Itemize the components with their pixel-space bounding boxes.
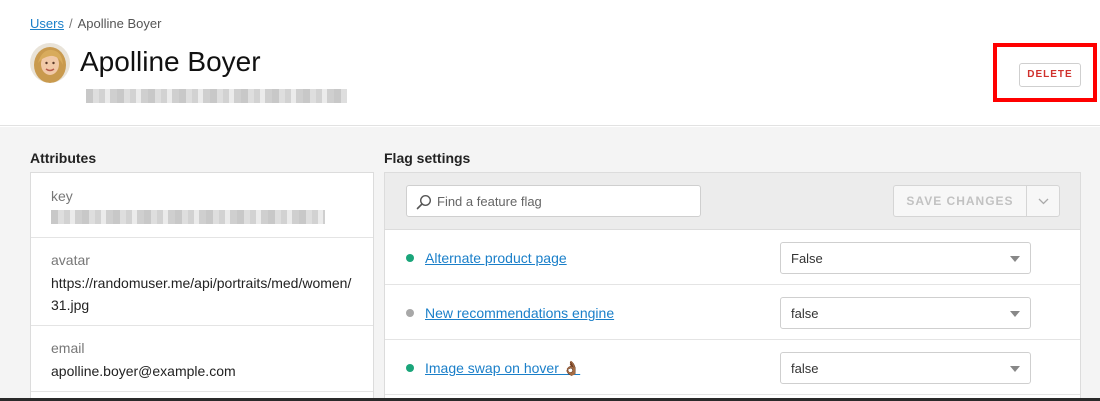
attribute-avatar: avatar https://randomuser.me/api/portrai… [31,238,373,326]
breadcrumb: Users / Apolline Boyer [30,16,161,31]
dropdown-caret-icon [1010,311,1020,317]
attribute-label: avatar [51,252,90,268]
flag-row: New recommendations engine false [385,285,1080,340]
delete-button[interactable]: DELETE [1019,63,1081,87]
flag-value: False [791,251,823,266]
page-title: Apolline Boyer [80,46,261,77]
flag-link[interactable]: Image swap on hover 👌🏾 [425,358,580,378]
flag-settings-panel: SAVE CHANGES Alternate product page Fals… [384,172,1081,401]
flag-row: Alternate product page False [385,230,1080,285]
breadcrumb-current: Apolline Boyer [77,16,162,31]
flag-toolbar: SAVE CHANGES [385,173,1080,230]
flag-value-select[interactable]: False [780,242,1031,274]
status-dot [406,364,414,372]
user-key-redacted [86,89,347,103]
attribute-label: email [51,340,85,356]
breadcrumb-users-link[interactable]: Users [30,16,64,31]
attribute-value: https://randomuser.me/api/portraits/med/… [51,275,352,313]
flag-value: false [791,361,819,376]
breadcrumb-separator: / [68,16,73,31]
flag-link[interactable]: New recommendations engine [425,303,614,323]
save-options-dropdown[interactable] [1026,185,1060,217]
flag-search-input[interactable] [437,186,695,216]
status-dot [406,309,414,317]
page-header: Users / Apolline Boyer Apolline Boyer DELE… [0,0,1100,126]
chevron-down-icon [1038,198,1049,205]
attributes-panel: key avatar https://randomuser.me/api/por… [30,172,374,401]
attribute-email: email apolline.boyer@example.com [31,326,373,392]
dropdown-caret-icon [1010,366,1020,372]
dropdown-caret-icon [1010,256,1020,262]
save-changes-button[interactable]: SAVE CHANGES [893,185,1026,217]
flag-value-select[interactable]: false [780,297,1031,329]
flag-value: false [791,306,819,321]
status-dot [406,254,414,262]
attribute-key: key [31,173,373,238]
flag-value-select[interactable]: false [780,352,1031,384]
flag-search-box[interactable] [406,185,701,217]
attributes-title: Attributes [30,150,97,166]
search-icon [416,194,432,210]
avatar [30,43,70,83]
flag-settings-title: Flag settings [384,150,471,166]
flag-row: Image swap on hover 👌🏾 false [385,340,1080,395]
flag-link[interactable]: Alternate product page [425,248,567,268]
attribute-label: key [51,188,73,204]
attribute-value: apolline.boyer@example.com [51,363,236,379]
attribute-key-redacted [51,210,325,224]
